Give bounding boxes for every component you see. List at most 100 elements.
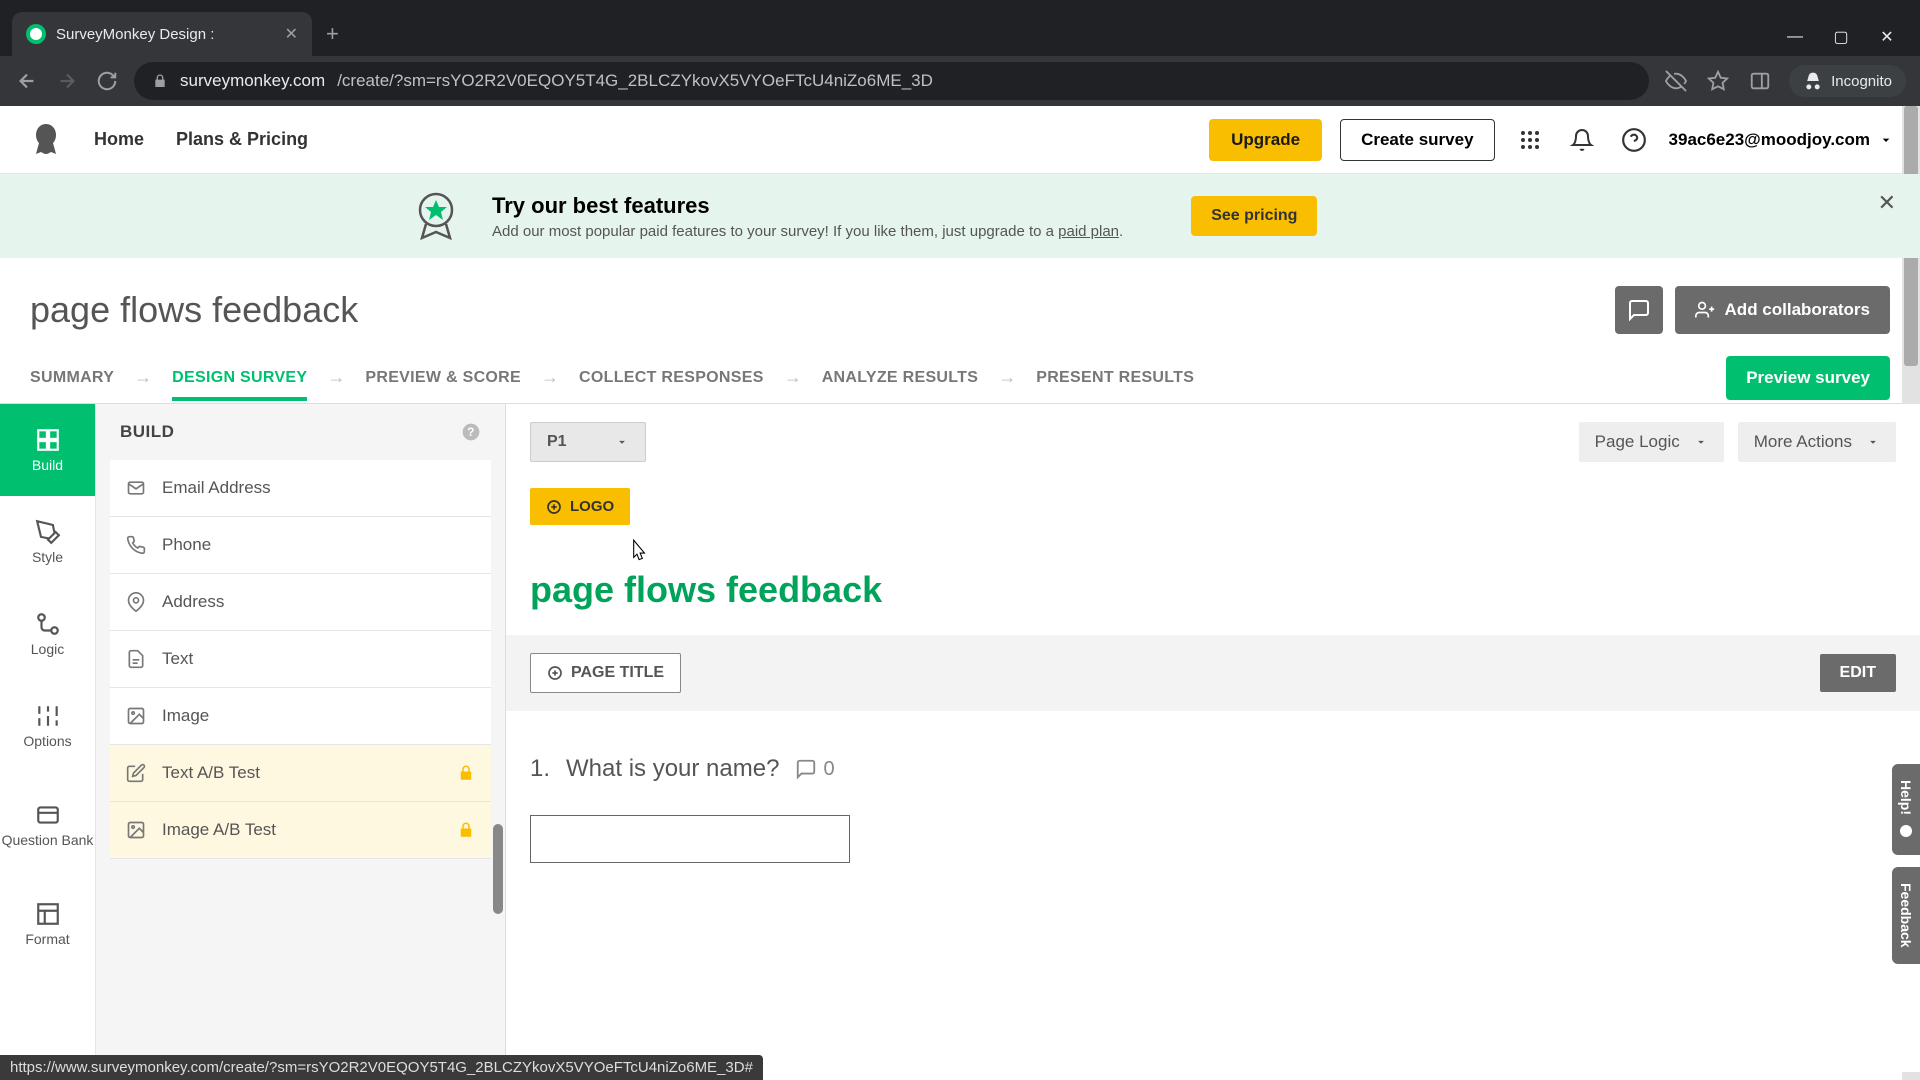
create-survey-button[interactable]: Create survey [1340,119,1494,161]
comment-icon [795,758,817,780]
arrow-icon: → [998,367,1016,388]
bell-icon[interactable] [1565,123,1599,157]
account-menu[interactable]: 39ac6e23@moodjoy.com [1669,130,1894,150]
logo-button-label: LOGO [570,498,614,515]
preview-survey-button[interactable]: Preview survey [1726,356,1890,400]
step-collect[interactable]: COLLECT RESPONSES [579,355,764,401]
rail-label: Build [32,457,63,473]
arrow-icon: → [134,367,152,388]
chevron-down-icon [1878,132,1894,148]
lock-icon [457,821,475,839]
user-plus-icon [1695,300,1715,320]
build-item-label: Image [162,706,209,726]
add-collaborators-button[interactable]: Add collaborators [1675,286,1890,334]
builder-area: Build Style Logic Options Question Bank … [0,404,1920,1072]
build-item[interactable]: Phone [110,517,491,574]
step-analyze[interactable]: ANALYZE RESULTS [822,355,979,401]
incognito-label: Incognito [1831,73,1892,90]
nav-home[interactable]: Home [94,129,144,150]
incognito-badge[interactable]: Incognito [1789,65,1906,97]
apps-grid-icon[interactable] [1513,123,1547,157]
plus-circle-icon [547,665,563,681]
ab-icon [126,763,146,783]
add-logo-button[interactable]: LOGO [530,488,630,525]
comment-count: 0 [823,758,834,781]
close-window-icon[interactable]: ✕ [1878,28,1896,46]
panel-icon[interactable] [1747,68,1773,94]
style-icon [35,519,61,545]
page-logic-dropdown[interactable]: Page Logic [1579,422,1724,462]
tab-title: SurveyMonkey Design : [56,26,214,43]
back-icon[interactable] [14,68,40,94]
star-icon[interactable] [1705,68,1731,94]
survey-title[interactable]: page flows feedback [30,289,358,331]
reload-icon[interactable] [94,68,120,94]
image-icon [126,820,146,840]
top-nav: Home Plans & Pricing Upgrade Create surv… [0,106,1920,174]
question-comments[interactable]: 0 [795,758,834,781]
surveymonkey-logo-icon[interactable] [26,120,66,160]
tab-close-icon[interactable]: ✕ [285,24,298,44]
add-page-title-button[interactable]: PAGE TITLE [530,653,681,693]
chevron-down-icon [615,435,629,449]
svg-text:?: ? [467,426,475,439]
minimize-icon[interactable]: — [1786,28,1804,46]
feedback-tab[interactable]: Feedback [1892,867,1920,964]
help-circle-icon[interactable]: ? [461,422,481,442]
browser-tab[interactable]: SurveyMonkey Design : ✕ [12,12,312,56]
help-tab[interactable]: Help! [1892,764,1920,855]
build-item[interactable]: Image A/B Test [110,802,491,859]
account-email: 39ac6e23@moodjoy.com [1669,130,1870,150]
edit-page-button[interactable]: EDIT [1820,654,1896,692]
window-controls: — ▢ ✕ [1786,28,1920,56]
banner-close-icon[interactable]: ✕ [1878,190,1896,216]
mail-icon [126,478,146,498]
build-item[interactable]: Address [110,574,491,631]
step-design[interactable]: DESIGN SURVEY [172,355,307,401]
build-item-label: Text A/B Test [162,763,260,783]
upgrade-button[interactable]: Upgrade [1209,119,1322,161]
page-title-row: PAGE TITLE EDIT [506,635,1920,711]
build-item-label: Phone [162,535,211,555]
answer-input[interactable] [530,815,850,863]
build-item[interactable]: Text A/B Test [110,745,491,802]
rail-logic[interactable]: Logic [0,588,95,680]
build-item[interactable]: Email Address [110,460,491,517]
new-tab-button[interactable]: + [326,21,339,47]
banner-subtitle: Add our most popular paid features to yo… [492,223,1123,240]
build-item-label: Email Address [162,478,271,498]
side-tabs: Help! Feedback [1892,764,1920,964]
build-item[interactable]: Image [110,688,491,745]
maximize-icon[interactable]: ▢ [1832,28,1850,46]
logic-icon [35,611,61,637]
question-block[interactable]: 1. What is your name? 0 [506,711,1920,887]
step-summary[interactable]: SUMMARY [30,355,114,401]
help-icon[interactable] [1617,123,1651,157]
incognito-icon [1803,71,1823,91]
add-collaborators-label: Add collaborators [1725,300,1870,320]
build-panel: BUILD ? Email AddressPhoneAddressTextIma… [96,404,506,1072]
build-item[interactable]: Text [110,631,491,688]
panel-scrollbar[interactable] [493,824,503,914]
url-field[interactable]: surveymonkey.com/create/?sm=rsYO2R2V0EQO… [134,62,1649,100]
question-text: What is your name? [566,755,779,783]
step-present[interactable]: PRESENT RESULTS [1036,355,1194,401]
rail-style[interactable]: Style [0,496,95,588]
step-preview[interactable]: PREVIEW & SCORE [365,355,521,401]
nav-plans-pricing[interactable]: Plans & Pricing [176,129,308,150]
rail-question-bank[interactable]: Question Bank [0,772,95,878]
more-actions-dropdown[interactable]: More Actions [1738,422,1896,462]
comments-button[interactable] [1615,286,1663,334]
forward-icon[interactable] [54,68,80,94]
survey-heading[interactable]: page flows feedback [530,569,1896,611]
rail-options[interactable]: Options [0,680,95,772]
url-domain: surveymonkey.com [180,71,325,91]
eye-off-icon[interactable] [1663,68,1689,94]
paid-plan-link[interactable]: paid plan [1058,223,1119,240]
see-pricing-button[interactable]: See pricing [1191,196,1317,236]
rail-build[interactable]: Build [0,404,95,496]
help-tab-label: Help! [1898,780,1914,815]
medal-icon [408,188,464,244]
rail-format[interactable]: Format [0,878,95,970]
page-selector[interactable]: P1 [530,422,646,462]
